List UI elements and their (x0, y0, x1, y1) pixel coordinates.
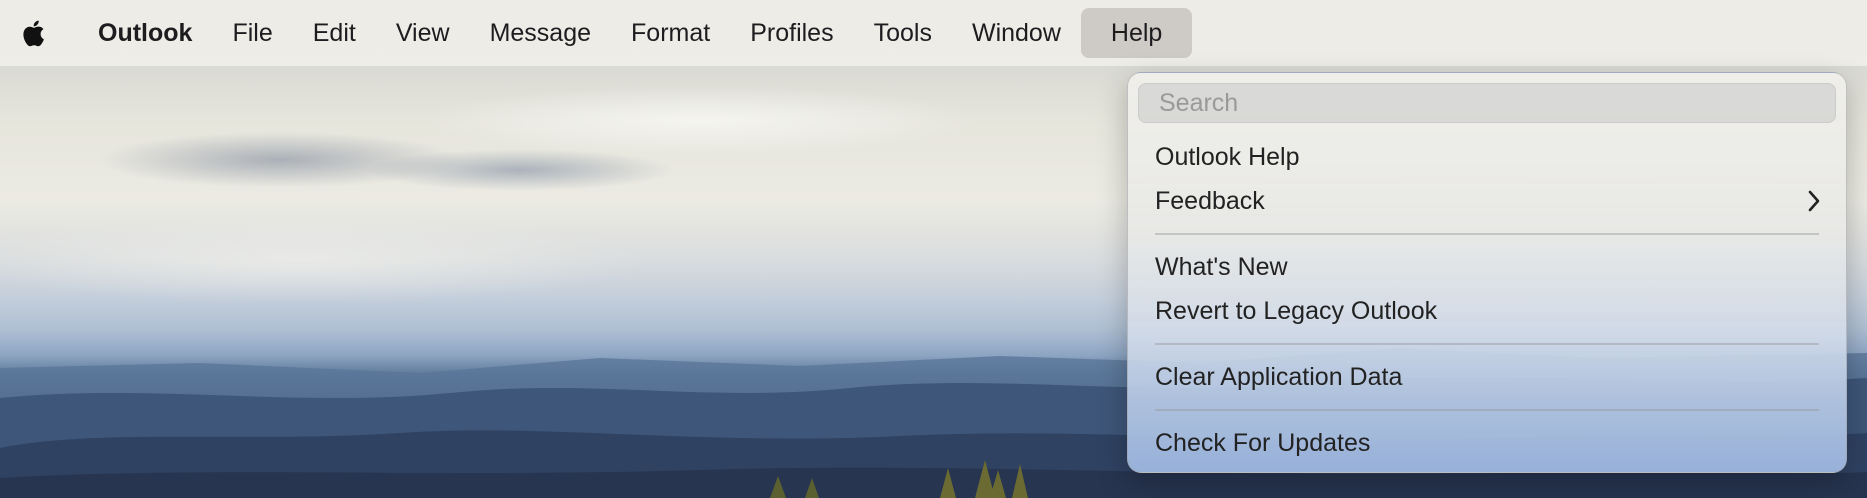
menu-bar: Outlook File Edit View Message Format Pr… (0, 0, 1867, 66)
chevron-right-icon (1806, 189, 1822, 213)
help-search-box[interactable] (1138, 83, 1836, 123)
menu-item-label: Revert to Legacy Outlook (1155, 296, 1438, 325)
menu-app-name[interactable]: Outlook (78, 9, 212, 57)
menu-edit[interactable]: Edit (293, 9, 376, 57)
menu-item-label: What's New (1155, 252, 1288, 281)
apple-logo-icon[interactable] (20, 16, 50, 50)
desktop: Outlook File Edit View Message Format Pr… (0, 0, 1867, 498)
menu-help[interactable]: Help (1080, 8, 1193, 58)
menu-item-revert-legacy[interactable]: Revert to Legacy Outlook (1128, 289, 1846, 333)
help-menu-dropdown: Outlook Help Feedback What's New Revert … (1127, 72, 1847, 473)
menu-message[interactable]: Message (470, 9, 611, 57)
menu-tools[interactable]: Tools (854, 9, 952, 57)
menu-item-feedback[interactable]: Feedback (1128, 179, 1846, 223)
menu-view[interactable]: View (376, 9, 470, 57)
menu-item-label: Check For Updates (1155, 428, 1371, 457)
menu-item-label: Feedback (1155, 186, 1265, 215)
menu-item-clear-app-data[interactable]: Clear Application Data (1128, 355, 1846, 399)
menu-file[interactable]: File (212, 9, 292, 57)
menu-item-outlook-help[interactable]: Outlook Help (1128, 135, 1846, 179)
help-search-input[interactable] (1157, 87, 1835, 119)
menu-item-label: Outlook Help (1155, 142, 1300, 171)
menu-item-whats-new[interactable]: What's New (1128, 245, 1846, 289)
menu-format[interactable]: Format (611, 9, 730, 57)
menu-profiles[interactable]: Profiles (730, 9, 853, 57)
menu-window[interactable]: Window (952, 9, 1081, 57)
menu-item-check-updates[interactable]: Check For Updates (1128, 421, 1846, 465)
menu-item-label: Clear Application Data (1155, 362, 1403, 391)
